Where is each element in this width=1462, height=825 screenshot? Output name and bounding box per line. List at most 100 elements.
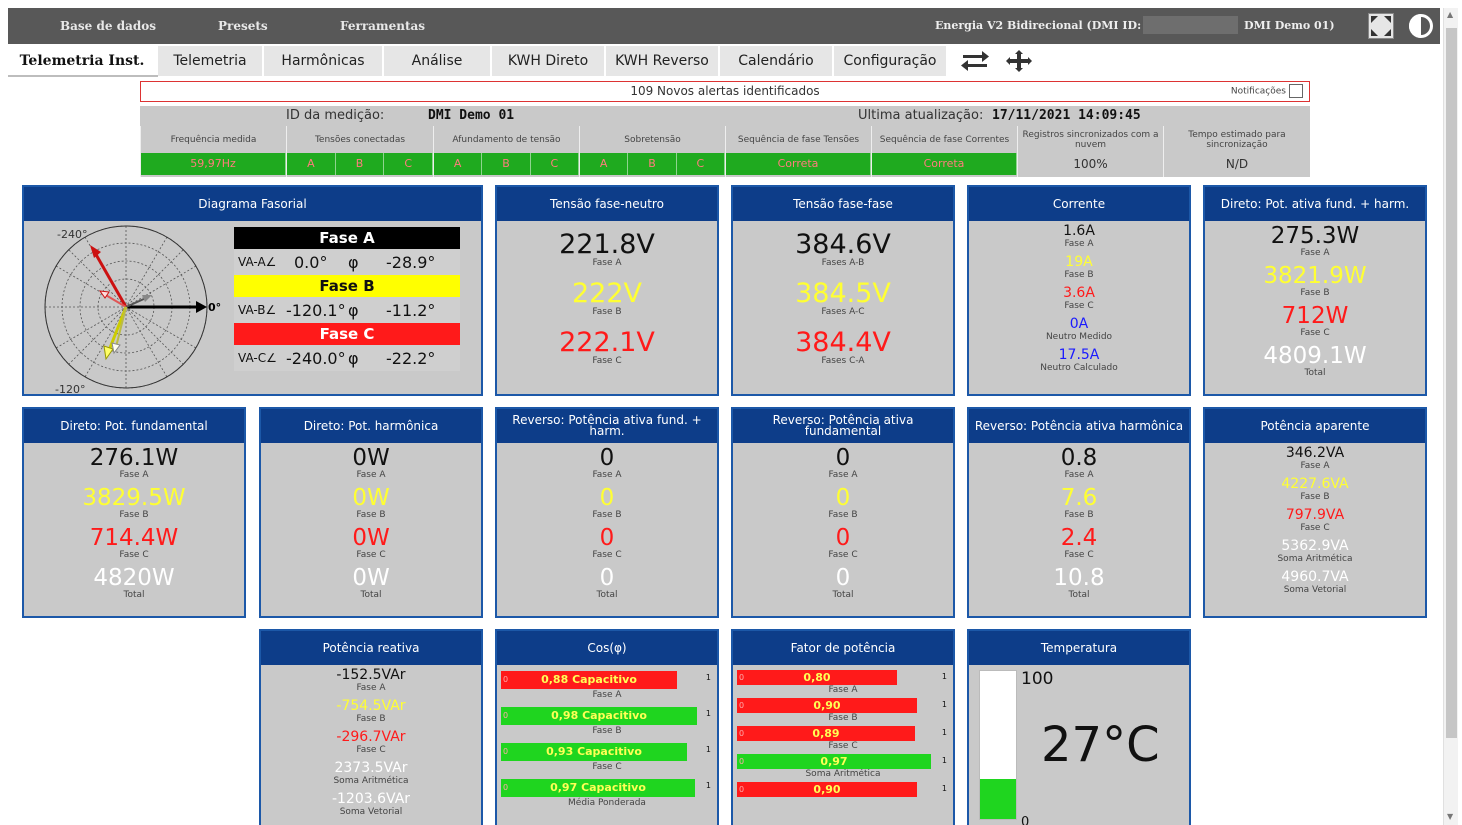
reactive-power-card: Potência reativa -152.5VAr Fase A -754.5…	[259, 629, 483, 825]
alert-text: 109 Novos alertas identificados	[630, 84, 820, 98]
temperature-card: Temperatura 100 0 27°C	[967, 629, 1191, 825]
power-value: 714.4W	[89, 525, 179, 551]
power-value: 2373.5VAr	[334, 760, 408, 776]
power-factor-bar-row: 0 0,90 1	[737, 698, 947, 713]
fullscreen-icon[interactable]	[1368, 13, 1394, 39]
power-value: 3821.9W	[1263, 263, 1367, 289]
info-voltage-sequence: Sequência de fase Tensões Correta	[725, 126, 871, 177]
vertical-scrollbar[interactable]: ▲ ▼	[1443, 8, 1458, 825]
card-title: Corrente	[969, 187, 1189, 221]
phase-b-row: VA-B∠ -120.1° φ -11.2°	[234, 297, 460, 323]
apparent-power-card: Potência aparente 346.2VA Fase A 4227.6V…	[1203, 407, 1427, 618]
tab-telemetria-inst[interactable]: Telemetria Inst.	[8, 46, 158, 76]
power-factor-bar: 0 0,89	[737, 726, 915, 741]
swap-arrows-icon[interactable]	[960, 50, 990, 72]
tab-telemetria[interactable]: Telemetria	[158, 46, 264, 76]
phase-a-row: VA-A∠ 0.0° φ -28.9°	[234, 249, 460, 275]
voltage-phase-neutral-card: Tensão fase-neutro 221.8V Fase A 222V Fa…	[495, 185, 719, 396]
phase-label: Fase B	[828, 713, 858, 723]
scrollbar-thumb[interactable]	[1446, 28, 1457, 738]
info-overvoltage: Sobretensão A B C	[579, 126, 725, 177]
phase-label: Fase B	[1300, 492, 1330, 502]
power-value: 0	[835, 485, 851, 511]
power-value: 4809.1W	[1263, 343, 1367, 369]
card-title: Direto: Pot. harmônica	[261, 409, 481, 443]
status-cell: B	[335, 153, 385, 175]
measurement-info-panel: ID da medição: DMI Demo 01 Ultima atuali…	[140, 106, 1310, 177]
power-value: 4960.7VA	[1281, 569, 1349, 585]
menu-base-de-dados[interactable]: Base de dados	[60, 19, 156, 33]
direct-active-power-card: Direto: Pot. ativa fund. + harm. 275.3W …	[1203, 185, 1427, 396]
voltage-value: 222V	[571, 278, 642, 309]
power-value: 0	[835, 525, 851, 551]
card-title: Fator de potência	[733, 631, 953, 665]
tab-calendario[interactable]: Calendário	[720, 46, 834, 76]
voltage-value: 384.4V	[795, 327, 891, 358]
phase-label: Fase C	[828, 741, 858, 751]
power-value: 0W	[352, 485, 390, 511]
tab-harmonicas[interactable]: Harmônicas	[264, 46, 384, 76]
voltage-value: 222.1V	[559, 327, 655, 358]
phase-label: Fase A	[592, 470, 622, 480]
axis-label-0: 0°	[208, 301, 221, 314]
last-update-label: Ultima atualização:	[858, 108, 984, 123]
status-cell: A	[434, 153, 483, 175]
menu-ferramentas[interactable]: Ferramentas	[340, 19, 425, 33]
phase-c-header: Fase C	[234, 323, 460, 345]
current-value: 17.5A	[1058, 347, 1100, 363]
phase-label: Total	[1068, 590, 1090, 600]
reverse-active-power-card: Reverso: Potência ativa fund. + harm. 0 …	[495, 407, 719, 618]
cos-phi-bar: 0 0,88 Capacitivo	[501, 671, 677, 689]
thermometer-fill	[980, 779, 1016, 819]
phase-label: Fase A	[828, 470, 858, 480]
phase-label: Total	[123, 590, 145, 600]
card-title: Tensão fase-fase	[733, 187, 953, 221]
notifications-checkbox[interactable]	[1289, 84, 1303, 98]
power-factor-card: Fator de potência 0 0,80 1 Fase A 0 0,90 1…	[731, 629, 955, 825]
power-value: -152.5VAr	[336, 667, 406, 683]
cos-phi-bar-row: 0 0,93 Capacitivo 1	[501, 741, 713, 762]
power-value: 0	[599, 445, 615, 471]
scroll-up-icon[interactable]: ▲	[1447, 10, 1453, 19]
notifications-label: Notificações	[1230, 86, 1286, 97]
phase-label: Fase B	[356, 510, 386, 520]
power-factor-bar: 0 0,97	[737, 754, 931, 769]
device-info-suffix: DMI Demo 01)	[1244, 19, 1335, 32]
phase-label: Fase B	[119, 510, 149, 520]
phase-label: Fase B	[828, 510, 858, 520]
power-value: 0	[599, 525, 615, 551]
phase-label: Total	[1304, 368, 1326, 378]
phase-c-row: VA-C∠ -240.0° φ -22.2°	[234, 345, 460, 371]
status-cell: B	[628, 153, 677, 175]
status-cell: C	[676, 153, 725, 175]
card-title: Direto: Pot. fundamental	[24, 409, 244, 443]
scroll-down-icon[interactable]: ▼	[1447, 812, 1453, 821]
power-factor-bar: 0 0,90	[737, 782, 917, 797]
alert-banner[interactable]: 109 Novos alertas identificados Notifica…	[140, 81, 1310, 102]
tab-configuracao[interactable]: Configuração	[834, 46, 948, 76]
cos-phi-bar-row: 0 0,98 Capacitivo 1	[501, 705, 713, 726]
current-value: 19A	[1065, 254, 1093, 270]
info-cloud-sync: Registros sincronizados com a nuvem 100%	[1017, 126, 1163, 177]
info-sync-eta: Tempo estimado para sincronização N/D	[1163, 126, 1310, 177]
tab-kwh-reverso[interactable]: KWH Reverso	[606, 46, 720, 76]
status-cell: Correta	[726, 153, 871, 175]
move-icon[interactable]	[1004, 50, 1034, 72]
phase-label: Fase A	[1300, 461, 1330, 471]
contrast-icon[interactable]	[1406, 11, 1436, 41]
phase-label: Fase C	[592, 550, 622, 560]
menu-presets[interactable]: Presets	[218, 19, 268, 33]
tab-kwh-direto[interactable]: KWH Direto	[492, 46, 606, 76]
power-value: 4820W	[93, 565, 175, 591]
phase-label: Fase A	[1064, 239, 1094, 249]
info-connected-voltages: Tensões conectadas A B C	[286, 126, 434, 177]
phase-label: Fases C-A	[821, 356, 865, 366]
cos-phi-bar: 0 0,98 Capacitivo	[501, 707, 697, 725]
tab-analise[interactable]: Análise	[384, 46, 492, 76]
card-title: Reverso: Potência ativa harmônica	[969, 409, 1189, 443]
card-title: Direto: Pot. ativa fund. + harm.	[1205, 187, 1425, 221]
notifications-toggle[interactable]: Notificações	[1231, 84, 1303, 99]
card-title: Reverso: Potência ativa fundamental	[733, 409, 953, 443]
phase-label: Fase A	[119, 470, 149, 480]
phase-a-header: Fase A	[234, 227, 460, 249]
